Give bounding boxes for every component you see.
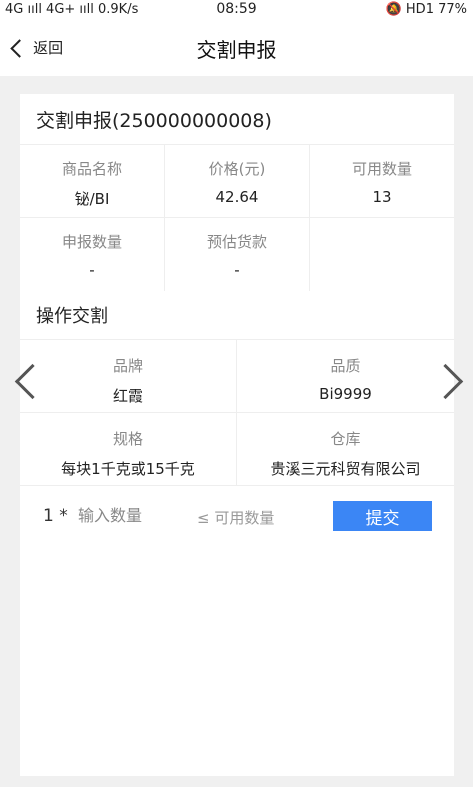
ops-label: 规格 xyxy=(112,430,143,448)
ops-cell-brand: 品牌 红霞 xyxy=(20,340,237,413)
info-value: 13 xyxy=(372,188,392,206)
status-bar: 4G ııll 4G+ ııll 0.9K/s 08:59 🔕 HD1 77% xyxy=(0,0,473,20)
ops-label: 品质 xyxy=(330,357,361,375)
info-label: 预估货款 xyxy=(206,233,267,251)
info-cell-available: 可用数量 13 xyxy=(310,145,454,218)
status-right-text: HD1 77% xyxy=(405,2,467,17)
info-label: 申报数量 xyxy=(61,233,122,251)
info-value: 铋/BI xyxy=(74,190,110,208)
ops-cell-quality: 品质 Bi9999 xyxy=(237,340,454,413)
ops-cell-warehouse: 仓库 贵溪三元科贸有限公司 xyxy=(237,413,454,486)
ops-value: 红霞 xyxy=(112,387,143,405)
ops-label: 品牌 xyxy=(112,357,143,375)
operation-grid: 品牌 红霞 品质 Bi9999 规格 每块1千克或15千克 仓库 贵溪三元科贸有… xyxy=(20,339,454,486)
quantity-hint: ≤ 可用数量 xyxy=(197,509,275,527)
info-label: 可用数量 xyxy=(351,160,412,178)
info-label: 价格(元) xyxy=(208,160,266,178)
info-label: 商品名称 xyxy=(61,160,122,178)
ops-value: 贵溪三元科贸有限公司 xyxy=(270,460,421,478)
info-grid: 商品名称 铋/BI 价格(元) 42.64 可用数量 13 申报数量 - 预估货… xyxy=(20,144,454,291)
ops-value: Bi9999 xyxy=(319,385,372,403)
info-cell-est-payment: 预估货款 - xyxy=(165,218,310,291)
quantity-row: 1 * ≤ 可用数量 提交 xyxy=(20,494,454,534)
section-title: 操作交割 xyxy=(36,306,108,327)
quantity-input[interactable] xyxy=(78,502,188,528)
info-cell-empty xyxy=(310,218,454,291)
quantity-prefix: 1 * xyxy=(43,506,68,526)
info-cell-price: 价格(元) 42.64 xyxy=(165,145,310,218)
declaration-card: 交割申报(250000000008) 商品名称 铋/BI 价格(元) 42.64… xyxy=(20,94,454,776)
info-value: - xyxy=(89,261,95,279)
mute-icon: 🔕 xyxy=(385,2,402,17)
info-cell-product: 商品名称 铋/BI xyxy=(20,145,165,218)
page-title: 交割申报 xyxy=(196,38,277,62)
ops-cell-spec: 规格 每块1千克或15千克 xyxy=(20,413,237,486)
ops-value: 每块1千克或15千克 xyxy=(61,460,195,478)
info-value: - xyxy=(234,261,240,279)
info-value: 42.64 xyxy=(215,188,259,206)
submit-button[interactable]: 提交 xyxy=(333,501,432,531)
ops-label: 仓库 xyxy=(330,430,361,448)
battery-indicator: 🔕 HD1 77% xyxy=(386,2,467,17)
info-cell-declared-qty: 申报数量 - xyxy=(20,218,165,291)
nav-bar: 返回 交割申报 xyxy=(0,20,473,76)
card-title: 交割申报(250000000008) xyxy=(36,110,272,132)
